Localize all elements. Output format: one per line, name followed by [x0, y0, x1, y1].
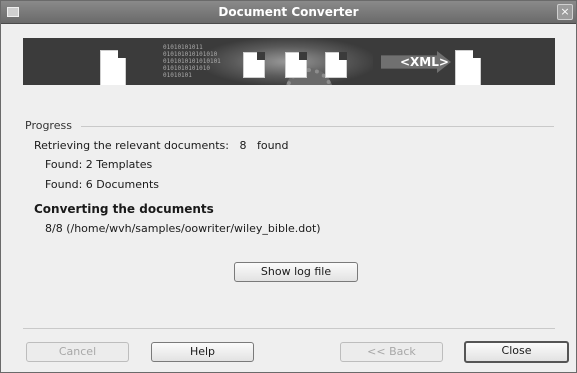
- progress-group-divider: [81, 126, 554, 127]
- button-row-divider: [23, 328, 555, 329]
- document-icon: [285, 52, 307, 78]
- progress-group-label: Progress: [25, 119, 72, 132]
- found-templates-text: Found: 2 Templates: [45, 158, 153, 171]
- title-bar[interactable]: Document Converter ×: [1, 1, 576, 24]
- retrieve-count: 8: [239, 139, 247, 152]
- target-document-icon: [455, 50, 481, 85]
- retrieve-suffix: found: [256, 139, 289, 152]
- window-title: Document Converter: [218, 5, 359, 19]
- close-button[interactable]: Close: [464, 341, 569, 363]
- retrieve-status: Retrieving the relevant documents: 8 fou…: [34, 139, 289, 152]
- converting-heading: Converting the documents: [34, 202, 214, 216]
- source-document-icon: [100, 50, 126, 85]
- cancel-button[interactable]: Cancel: [26, 342, 129, 362]
- document-icon: [325, 52, 347, 78]
- window-close-button[interactable]: ×: [557, 4, 573, 20]
- document-converter-window: Document Converter × 01010101011 0101010…: [0, 0, 577, 373]
- current-file-status: 8/8 (/home/wvh/samples/oowriter/wiley_bi…: [45, 222, 321, 235]
- converter-banner-image: 01010101011 010101010101010 010101010101…: [23, 38, 555, 85]
- help-button[interactable]: Help: [151, 342, 254, 362]
- back-button[interactable]: << Back: [340, 342, 443, 362]
- show-log-file-button[interactable]: Show log file: [234, 262, 358, 282]
- xml-label: <XML>: [400, 55, 449, 69]
- retrieve-status-text: Retrieving the relevant documents:: [34, 139, 229, 152]
- found-documents-text: Found: 6 Documents: [45, 178, 160, 191]
- document-icon: [243, 52, 265, 78]
